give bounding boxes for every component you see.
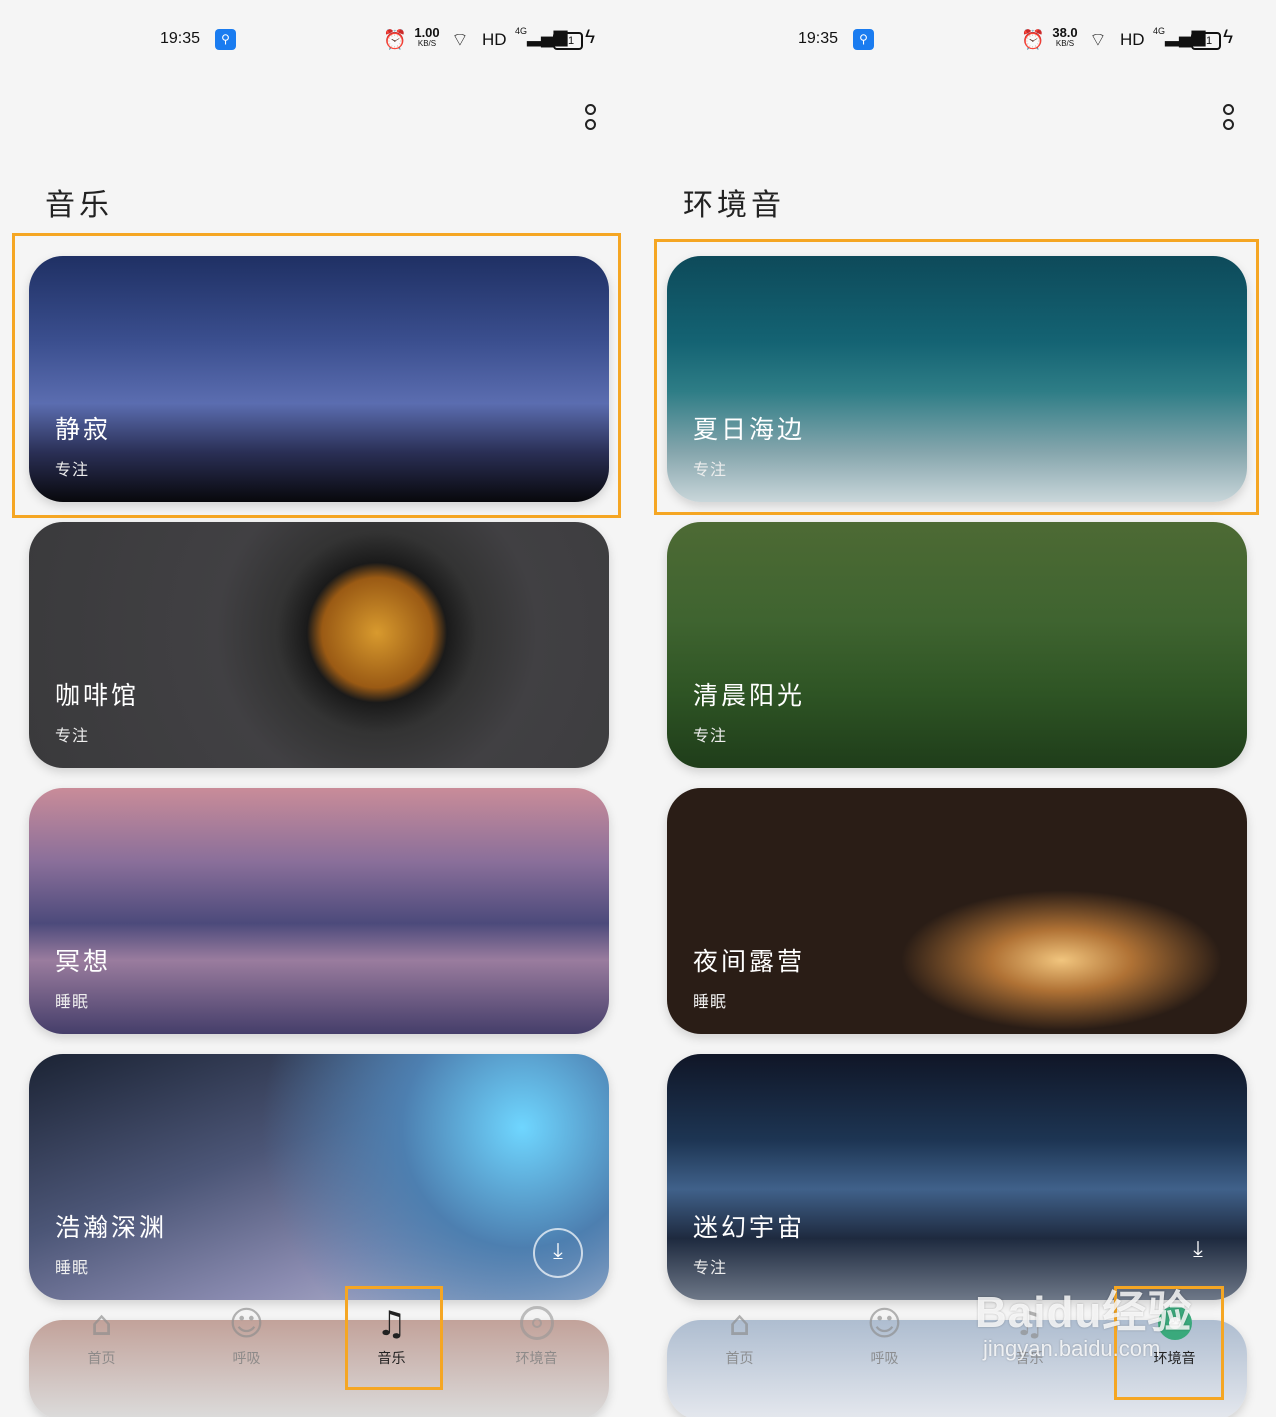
network-label: HD (1120, 30, 1145, 49)
net-speed-unit: KB/S (1055, 39, 1075, 48)
charging-icon: ϟ (1223, 27, 1234, 48)
bottom-tab-bar: ⌂ 首页 ☺ 呼吸 ♫ 音乐 环境音 (29, 1300, 609, 1380)
more-options-icon[interactable] (581, 104, 599, 134)
home-icon: ⌂ (90, 1304, 113, 1344)
status-time: 19:35 (160, 30, 201, 47)
tab-label: 呼吸 (232, 1351, 261, 1367)
tab-home[interactable]: ⌂ 首页 (667, 1300, 812, 1380)
battery-icon: 21 (1191, 32, 1221, 50)
smile-icon: ☺ (866, 1304, 903, 1344)
net-speed-value: 38.0 (1052, 25, 1078, 40)
signal-gen: 4G (1153, 26, 1166, 36)
download-icon[interactable]: ⤓ (533, 1228, 583, 1278)
tab-home[interactable]: ⌂ 首页 (29, 1300, 174, 1380)
music-screen: 19:35 ⚲ ⏰ 1.00 KB/S ⌔ HD 4G▂▄▆ 21 ϟ 音乐 静… (0, 0, 638, 1417)
wifi-icon: ⌔ (451, 30, 469, 51)
tab-label: 环境音 (515, 1351, 558, 1367)
tab-breathe[interactable]: ☺ 呼吸 (812, 1300, 957, 1380)
card-title: 冥想 (55, 947, 112, 976)
ambient-card-seaside[interactable]: 夏日海边 专注 (667, 256, 1247, 502)
ambient-card-morning-sun[interactable]: 清晨阳光 专注 (667, 522, 1247, 768)
card-title: 夜间露营 (693, 947, 806, 976)
tab-music[interactable]: ♫ 音乐 (319, 1300, 464, 1380)
status-time: 19:35 (798, 30, 839, 47)
usb-icon: ⚲ (215, 29, 236, 50)
card-category: 专注 (55, 460, 90, 479)
tab-breathe[interactable]: ☺ 呼吸 (174, 1300, 319, 1380)
card-category: 专注 (693, 1258, 728, 1277)
page-title: 音乐 (45, 188, 113, 223)
ambient-icon (519, 1306, 554, 1340)
ambient-card-night-camp[interactable]: 夜间露营 睡眠 (667, 788, 1247, 1034)
network-label: HD (482, 30, 507, 49)
ambient-screen: 19:35 ⚲ ⏰ 38.0 KB/S ⌔ HD 4G▂▄▆ 21 ϟ 环境音 … (638, 0, 1276, 1417)
more-options-icon[interactable] (1219, 104, 1237, 134)
card-title: 清晨阳光 (693, 681, 806, 710)
track-card-cafe[interactable]: 咖啡馆 专注 (29, 522, 609, 768)
smile-icon: ☺ (228, 1304, 265, 1344)
watermark-text: Baidu经验 (975, 1288, 1193, 1337)
tab-label: 首页 (725, 1351, 754, 1367)
card-title: 静寂 (55, 415, 112, 444)
tab-label: 首页 (87, 1351, 116, 1367)
track-card-abyss[interactable]: 浩瀚深渊 睡眠 ⤓ (29, 1054, 609, 1300)
net-speed-unit: KB/S (417, 39, 437, 48)
home-icon: ⌂ (728, 1304, 751, 1344)
tab-label: 音乐 (377, 1351, 406, 1367)
card-category: 专注 (693, 726, 728, 745)
card-category: 专注 (55, 726, 90, 745)
net-speed-value: 1.00 (414, 25, 440, 40)
status-bar: 19:35 ⚲ ⏰ 38.0 KB/S ⌔ HD 4G▂▄▆ 21 ϟ (638, 26, 1276, 56)
battery-icon: 21 (553, 32, 583, 50)
signal-gen: 4G (515, 26, 528, 36)
track-card-meditation[interactable]: 冥想 睡眠 (29, 788, 609, 1034)
tab-label: 呼吸 (870, 1351, 899, 1367)
tab-ambient[interactable]: 环境音 (464, 1300, 609, 1380)
wifi-icon: ⌔ (1089, 30, 1107, 51)
download-icon[interactable]: ⤓ (1175, 1228, 1221, 1274)
net-speed: 38.0 KB/S (1048, 26, 1082, 48)
card-title: 夏日海边 (693, 415, 806, 444)
card-title: 迷幻宇宙 (693, 1213, 806, 1242)
usb-icon: ⚲ (853, 29, 874, 50)
music-note-icon: ♫ (376, 1304, 407, 1344)
card-category: 睡眠 (55, 992, 90, 1011)
net-speed: 1.00 KB/S (410, 26, 444, 48)
ambient-card-universe[interactable]: 迷幻宇宙 专注 ⤓ (667, 1054, 1247, 1300)
page-title: 环境音 (683, 188, 785, 223)
battery-level: 21 (1199, 35, 1213, 47)
card-category: 睡眠 (55, 1258, 90, 1277)
watermark-logo: Baidu经验 jingyan.baidu.com (975, 1276, 1192, 1362)
status-bar: 19:35 ⚲ ⏰ 1.00 KB/S ⌔ HD 4G▂▄▆ 21 ϟ (0, 26, 638, 56)
track-card-silence[interactable]: 静寂 专注 (29, 256, 609, 502)
card-category: 睡眠 (693, 992, 728, 1011)
card-category: 专注 (693, 460, 728, 479)
alarm-icon: ⏰ (1021, 30, 1045, 51)
card-title: 咖啡馆 (55, 681, 140, 710)
alarm-icon: ⏰ (383, 30, 407, 51)
battery-level: 21 (561, 35, 575, 47)
card-title: 浩瀚深渊 (55, 1213, 168, 1242)
charging-icon: ϟ (585, 27, 596, 48)
